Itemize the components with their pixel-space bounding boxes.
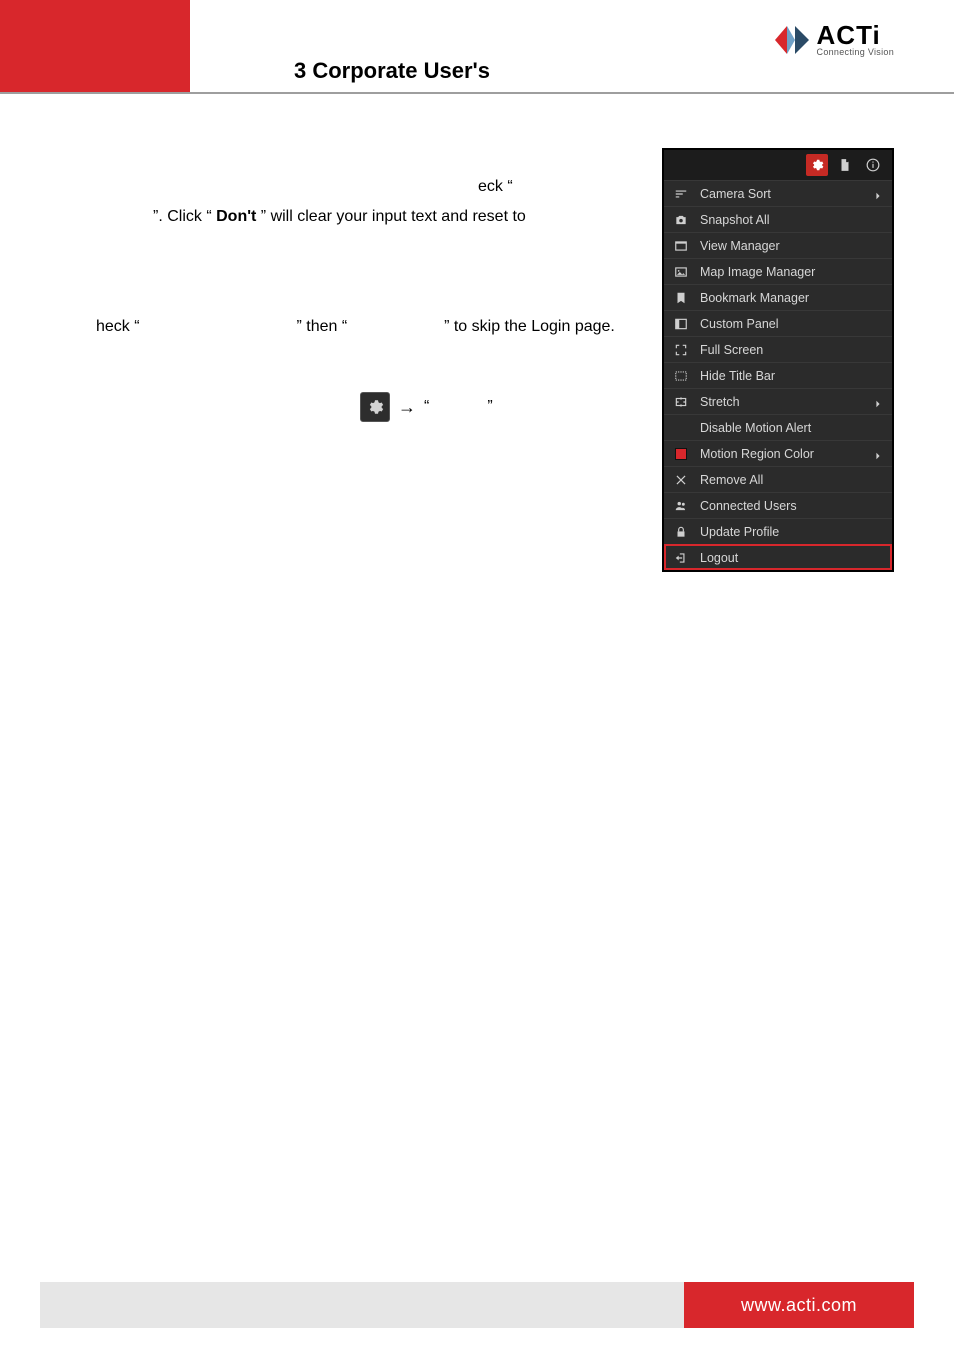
- camera-icon: [672, 211, 690, 229]
- menu-item-label: Stretch: [700, 395, 874, 409]
- expand-icon: [672, 341, 690, 359]
- header-red-block: [0, 0, 190, 92]
- menu-list: Camera Sort Snapshot All View Manager Map I…: [664, 180, 892, 570]
- menu-item-label: Map Image Manager: [700, 265, 884, 279]
- menu-item-map-image-manager[interactable]: Map Image Manager: [664, 258, 892, 284]
- logo-tagline: Connecting Vision: [817, 47, 894, 57]
- menu-item-motion-region-color[interactable]: Motion Region Color: [664, 440, 892, 466]
- menu-item-label: Logout: [700, 551, 884, 565]
- window-icon: [672, 237, 690, 255]
- stretch-icon: [672, 393, 690, 411]
- menu-item-label: Hide Title Bar: [700, 369, 884, 383]
- quote-close: ”: [487, 398, 492, 416]
- menu-item-label: Disable Motion Alert: [700, 421, 884, 435]
- footer-url: www.acti.com: [684, 1282, 914, 1328]
- arrow-icon: →: [398, 397, 416, 418]
- inline-gear-icon: [360, 392, 390, 422]
- menu-item-logout[interactable]: Logout: [664, 544, 892, 570]
- logo-mark-icon: [773, 22, 811, 58]
- menu-item-label: Custom Panel: [700, 317, 884, 331]
- menu-item-snapshot-all[interactable]: Snapshot All: [664, 206, 892, 232]
- header-bar: 3 Corporate User's ACTi Connecting Visio…: [0, 0, 954, 94]
- chevron-right-icon: [874, 397, 884, 407]
- body-text-2-pre: ”. Click “: [153, 208, 212, 225]
- menu-item-camera-sort[interactable]: Camera Sort: [664, 180, 892, 206]
- footer-bar: www.acti.com: [40, 1282, 914, 1328]
- menu-item-update-profile[interactable]: Update Profile: [664, 518, 892, 544]
- menu-item-remove-all[interactable]: Remove All: [664, 466, 892, 492]
- body-text-2-post: ” will clear your input text and reset t…: [261, 208, 526, 225]
- menu-item-custom-panel[interactable]: Custom Panel: [664, 310, 892, 336]
- menu-item-label: Remove All: [700, 473, 884, 487]
- body-text-3: heck “ ” then “ ” to skip the Login page…: [96, 318, 615, 336]
- menu-item-view-manager[interactable]: View Manager: [664, 232, 892, 258]
- body-text-3b: ” then “: [296, 318, 347, 335]
- menu-item-label: Snapshot All: [700, 213, 884, 227]
- sort-icon: [672, 185, 690, 203]
- menu-item-disable-motion-alert[interactable]: Disable Motion Alert: [664, 414, 892, 440]
- body-text-3c: ” to skip the Login page.: [444, 318, 615, 335]
- menu-item-bookmark-manager[interactable]: Bookmark Manager: [664, 284, 892, 310]
- menu-item-connected-users[interactable]: Connected Users: [664, 492, 892, 518]
- color-swatch-icon: [672, 445, 690, 463]
- logout-icon: [672, 549, 690, 567]
- menu-item-label: Connected Users: [700, 499, 884, 513]
- menu-item-label: Motion Region Color: [700, 447, 874, 461]
- menu-item-full-screen[interactable]: Full Screen: [664, 336, 892, 362]
- logo-name: ACTi: [817, 23, 894, 47]
- menu-item-stretch[interactable]: Stretch: [664, 388, 892, 414]
- lock-icon: [672, 523, 690, 541]
- chevron-right-icon: [874, 189, 884, 199]
- menu-item-label: Update Profile: [700, 525, 884, 539]
- image-icon: [672, 263, 690, 281]
- hidebar-icon: [672, 367, 690, 385]
- body-text-1: eck “: [478, 178, 513, 196]
- menu-item-hide-title-bar[interactable]: Hide Title Bar: [664, 362, 892, 388]
- body-gear-line: → “ ”: [360, 392, 493, 422]
- menu-tab-info[interactable]: [862, 154, 884, 176]
- chevron-right-icon: [874, 449, 884, 459]
- menu-tab-document[interactable]: [834, 154, 856, 176]
- body-text-2-bold: Don't: [216, 208, 256, 225]
- users-icon: [672, 497, 690, 515]
- menu-item-label: View Manager: [700, 239, 884, 253]
- menu-item-label: Bookmark Manager: [700, 291, 884, 305]
- logo: ACTi Connecting Vision: [773, 22, 894, 58]
- close-icon: [672, 471, 690, 489]
- menu-item-label: Full Screen: [700, 343, 884, 357]
- menu-item-label: Camera Sort: [700, 187, 874, 201]
- body-text-3a: heck “: [96, 318, 140, 335]
- document-title: 3 Corporate User's: [294, 58, 490, 84]
- menu-tab-bar: [664, 150, 892, 180]
- quote-open: “: [424, 398, 429, 416]
- bookmark-icon: [672, 289, 690, 307]
- settings-menu-panel: Camera Sort Snapshot All View Manager Map I…: [662, 148, 894, 572]
- panel-icon: [672, 315, 690, 333]
- body-text-2: ”. Click “ Don't ” will clear your input…: [153, 208, 526, 226]
- menu-tab-settings[interactable]: [806, 154, 828, 176]
